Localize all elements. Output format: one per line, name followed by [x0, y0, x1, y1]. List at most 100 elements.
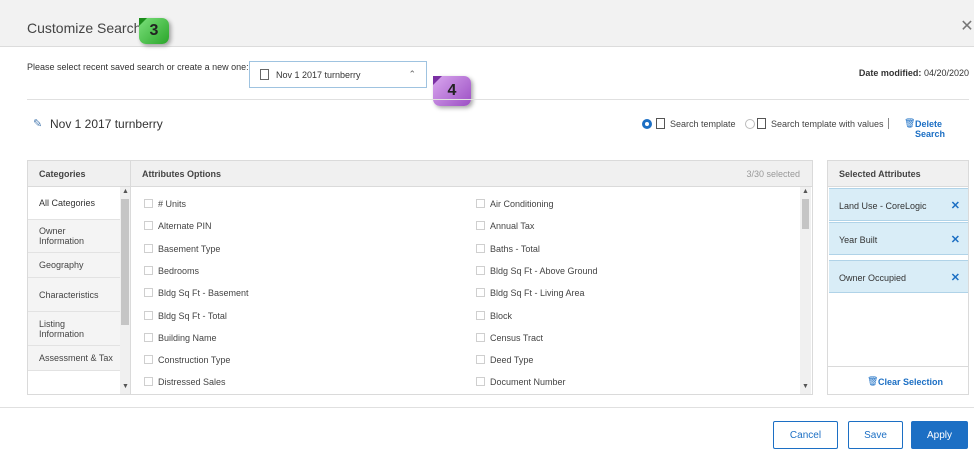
scroll-down-icon[interactable]: ▼ — [802, 383, 809, 390]
badge-corner-4 — [433, 76, 442, 85]
attribute-checkbox[interactable] — [144, 355, 153, 364]
date-modified-label: Date modified: — [858, 68, 922, 78]
scroll-up-icon[interactable]: ▲ — [802, 188, 809, 195]
trash-icon: 🗑 — [867, 376, 879, 386]
category-item[interactable]: All Categories — [28, 187, 120, 220]
attribute-label: Bedrooms — [158, 266, 200, 276]
selected-attributes-panel: Selected Attributes Land Use - CoreLogic… — [827, 160, 969, 395]
attribute-label: Construction Type — [158, 355, 231, 365]
category-item[interactable]: Listing Information — [28, 312, 120, 346]
attribute-label: Distressed Sales — [158, 377, 226, 387]
remove-icon[interactable]: ✕ — [951, 233, 960, 246]
categories-header-label: Categories — [39, 169, 86, 179]
attributes-panel: Attributes Options 3/30 selected # Units… — [130, 160, 813, 395]
selected-attributes-header: Selected Attributes — [828, 161, 968, 187]
radio-search-template-values[interactable] — [745, 119, 755, 129]
attribute-checkbox[interactable] — [476, 221, 485, 230]
attribute-checkbox[interactable] — [476, 377, 485, 386]
attribute-checkbox[interactable] — [144, 377, 153, 386]
cancel-button[interactable]: Cancel — [773, 421, 838, 449]
category-item[interactable]: Owner Information — [28, 220, 120, 253]
attributes-scrollbar[interactable]: ▲ ▼ — [800, 187, 811, 394]
scrollbar-thumb[interactable] — [121, 199, 129, 325]
attribute-label: Document Number — [490, 377, 566, 387]
delete-search-link[interactable]: Delete Search — [915, 119, 974, 139]
clear-selection-label: Clear Selection — [878, 377, 944, 387]
attribute-label: Census Tract — [490, 333, 544, 343]
document-search-icon — [757, 118, 766, 129]
attributes-selected-count: 3/30 selected — [746, 169, 800, 179]
category-label: Owner Information — [39, 226, 85, 246]
search-template-label: Search template — [670, 119, 736, 129]
attribute-checkbox[interactable] — [144, 244, 153, 253]
attribute-checkbox[interactable] — [144, 221, 153, 230]
categories-scrollbar[interactable]: ▲ ▼ — [120, 187, 130, 394]
attributes-header: Attributes Options 3/30 selected — [131, 161, 812, 187]
attribute-checkbox[interactable] — [476, 355, 485, 364]
attribute-label: Bldg Sq Ft - Living Area — [490, 288, 585, 298]
category-label: Listing Information — [39, 318, 85, 339]
trash-icon[interactable]: 🗑 — [904, 118, 915, 129]
attributes-header-label: Attributes Options — [142, 169, 221, 179]
attribute-label: Alternate PIN — [158, 221, 212, 231]
category-label: Geography — [39, 260, 84, 270]
attribute-label: Block — [490, 311, 513, 321]
divider — [27, 99, 969, 100]
attribute-checkbox[interactable] — [144, 199, 153, 208]
selected-attribute-chip[interactable]: Year Built ✕ — [829, 222, 968, 255]
attribute-checkbox[interactable] — [476, 288, 485, 297]
selected-attribute-chip[interactable]: Owner Occupied ✕ — [829, 260, 968, 293]
attribute-checkbox[interactable] — [144, 266, 153, 275]
attribute-checkbox[interactable] — [476, 199, 485, 208]
attribute-label: # Units — [158, 199, 187, 209]
attribute-label: Air Conditioning — [490, 199, 554, 209]
selected-attribute-label: Year Built — [839, 235, 878, 245]
category-item[interactable]: Characteristics — [28, 278, 120, 312]
scroll-down-icon[interactable]: ▼ — [122, 383, 129, 390]
attribute-label: Basement Type — [158, 244, 221, 254]
apply-button[interactable]: Apply — [911, 421, 968, 449]
category-item[interactable]: Geography — [28, 253, 120, 278]
attribute-checkbox[interactable] — [144, 333, 153, 342]
attribute-label: Annual Tax — [490, 221, 535, 231]
selected-attributes-header-label: Selected Attributes — [839, 169, 921, 179]
search-template-values-label: Search template with values — [771, 119, 884, 129]
saved-search-value: Nov 1 2017 turnberry — [276, 70, 361, 80]
date-modified: Date modified: 04/20/2020 — [859, 68, 969, 78]
date-modified-value: 04/20/2020 — [923, 68, 969, 78]
attribute-checkbox[interactable] — [476, 266, 485, 275]
attribute-checkbox[interactable] — [476, 244, 485, 253]
attribute-checkbox[interactable] — [476, 333, 485, 342]
scrollbar-thumb[interactable] — [802, 199, 809, 229]
category-label: All Categories — [39, 198, 96, 208]
selected-attribute-label: Land Use - CoreLogic — [839, 201, 927, 211]
selected-attribute-label: Owner Occupied — [839, 273, 907, 283]
document-search-icon — [260, 69, 269, 80]
dialog-title: Customize Search — [27, 20, 142, 36]
pencil-icon[interactable]: ✎ — [33, 117, 42, 130]
categories-header: Categories — [28, 161, 130, 187]
selected-attribute-chip[interactable]: Land Use - CoreLogic ✕ — [829, 188, 968, 221]
separator — [888, 118, 889, 129]
attribute-label: Bldg Sq Ft - Above Ground — [490, 266, 598, 276]
save-button[interactable]: Save — [848, 421, 903, 449]
scroll-up-icon[interactable]: ▲ — [122, 188, 129, 195]
attribute-checkbox[interactable] — [144, 288, 153, 297]
attribute-checkbox[interactable] — [476, 311, 485, 320]
category-item[interactable]: Assessment & Tax — [28, 346, 120, 371]
document-search-icon — [656, 118, 665, 129]
category-label: Characteristics — [39, 289, 99, 300]
attribute-label: Bldg Sq Ft - Basement — [158, 288, 249, 298]
saved-search-dropdown[interactable]: Nov 1 2017 turnberry ⌃ — [249, 61, 427, 88]
attribute-checkbox[interactable] — [144, 311, 153, 320]
clear-selection-button[interactable]: 🗑 Clear Selection — [828, 366, 968, 394]
radio-search-template[interactable] — [642, 119, 652, 129]
attribute-label: Deed Type — [490, 355, 534, 365]
attribute-label: Bldg Sq Ft - Total — [158, 311, 227, 321]
categories-panel: Categories All Categories Owner Informati… — [27, 160, 131, 395]
remove-icon[interactable]: ✕ — [951, 271, 960, 284]
remove-icon[interactable]: ✕ — [951, 199, 960, 212]
attribute-label: Baths - Total — [490, 244, 540, 254]
chevron-up-icon: ⌃ — [408, 69, 416, 79]
close-icon[interactable]: ✕ — [960, 16, 974, 36]
